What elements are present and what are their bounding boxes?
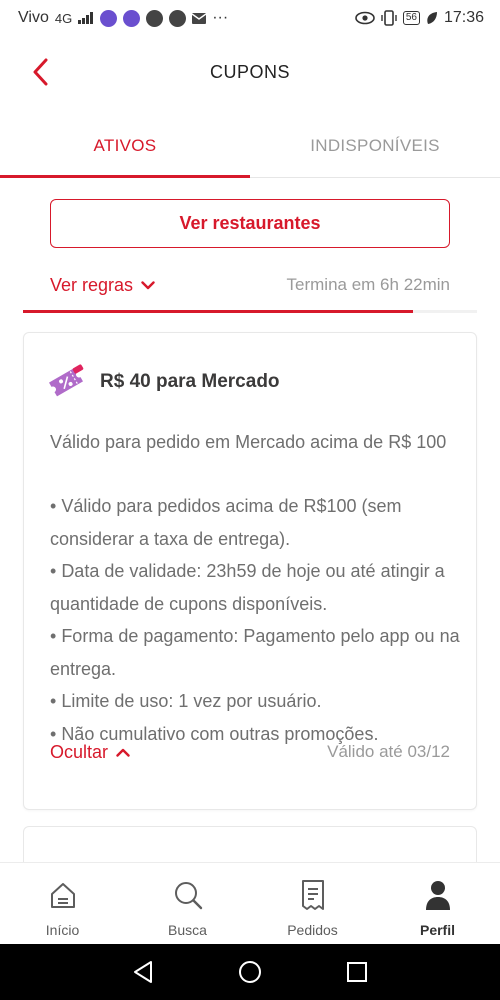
valid-until: Válido até 03/12: [327, 742, 450, 761]
hide-rules-label: Ocultar: [50, 741, 109, 762]
nav-pedidos[interactable]: Pedidos: [250, 863, 375, 944]
tab-ativos[interactable]: ATIVOS: [0, 116, 250, 178]
app-header: CUPONS: [0, 36, 500, 110]
chevron-up-icon: [116, 748, 130, 757]
coupon-title: R$ 40 para Mercado: [100, 371, 280, 392]
nav-label: Pedidos: [287, 922, 338, 938]
orders-icon: [301, 880, 324, 910]
status-left: Vivo 4G ···: [18, 9, 228, 27]
coupon-header: R$ 40 para Mercado: [46, 363, 280, 401]
nav-label: Perfil: [419, 922, 455, 938]
system-navigation-bar: [0, 944, 500, 1000]
mail-icon: [192, 12, 207, 24]
home-icon: [50, 883, 75, 908]
previous-coupon-footer: Ver regras Termina em 6h 22min: [50, 272, 450, 298]
globe-icon: [169, 9, 187, 27]
view-rules-label: Ver regras: [50, 274, 134, 295]
coupon-tabs: ATIVOS INDISPONÍVEIS: [0, 116, 500, 178]
coupon-footer: Ocultar Válido até 03/12: [50, 739, 450, 765]
carrier-name: Vivo: [18, 9, 49, 26]
nav-label: Busca: [168, 922, 207, 938]
battery-icon: 56: [402, 11, 420, 25]
eye-icon: [355, 11, 375, 25]
view-rules-link[interactable]: Ver regras: [50, 275, 155, 296]
nav-perfil[interactable]: Perfil: [375, 863, 500, 944]
chevron-down-icon: [141, 280, 155, 289]
coupon-rule: Limite de uso: 1 vez por usuário.: [50, 685, 460, 718]
coupon-list[interactable]: Ver restaurantes Ver regras Termina em 6…: [0, 186, 500, 862]
more-notifications-icon: ···: [212, 9, 229, 26]
coupon-description: Válido para pedido em Mercado acima de R…: [50, 432, 447, 452]
view-restaurants-button[interactable]: Ver restaurantes: [50, 199, 450, 248]
system-recents-button[interactable]: [337, 952, 377, 992]
system-home-button[interactable]: [230, 952, 270, 992]
notification-app-icon: [123, 9, 141, 27]
square-recents-icon: [346, 962, 367, 982]
coupon-rule: Válido para pedidos acima de R$100 (sem …: [50, 490, 460, 555]
hide-rules-link[interactable]: Ocultar: [50, 742, 130, 763]
coupon-card: R$ 40 para Mercado Válido para pedido em…: [23, 332, 477, 810]
nav-inicio[interactable]: Início: [0, 863, 125, 944]
bottom-navigation: Início Busca Pedidos Perfil: [0, 862, 500, 944]
profile-icon: [425, 881, 450, 910]
triangle-back-icon: [134, 961, 153, 983]
status-right: 56 17:36: [355, 9, 484, 27]
signal-icon: [78, 12, 94, 24]
expiry-progress-bar: [23, 310, 477, 313]
system-back-button[interactable]: [123, 952, 163, 992]
network-type: 4G: [54, 10, 73, 26]
clock: 17:36: [443, 9, 484, 26]
leaf-icon: [427, 12, 437, 24]
whatsapp-icon: [146, 9, 164, 27]
nav-busca[interactable]: Busca: [125, 863, 250, 944]
circle-home-icon: [238, 961, 261, 983]
search-icon: [174, 882, 202, 910]
coupon-rule: Data de validade: 23h59 de hoje ou até a…: [50, 555, 460, 620]
next-coupon-card: [23, 826, 477, 862]
nav-label: Início: [45, 922, 80, 938]
ticket-percent-icon: [49, 364, 84, 397]
expiry-progress-fill: [23, 310, 414, 313]
vibrate-icon: [381, 10, 397, 26]
tab-indisponiveis[interactable]: INDISPONÍVEIS: [250, 116, 500, 177]
page-title: CUPONS: [209, 62, 290, 82]
coupon-rules: Válido para pedidos acima de R$100 (sem …: [50, 490, 460, 750]
notification-app-icon: [100, 9, 118, 27]
status-bar: Vivo 4G ··· 56 17:36: [0, 0, 500, 36]
expiry-countdown: Termina em 6h 22min: [286, 275, 450, 294]
coupon-rule: Forma de pagamento: Pagamento pelo app o…: [50, 620, 460, 685]
